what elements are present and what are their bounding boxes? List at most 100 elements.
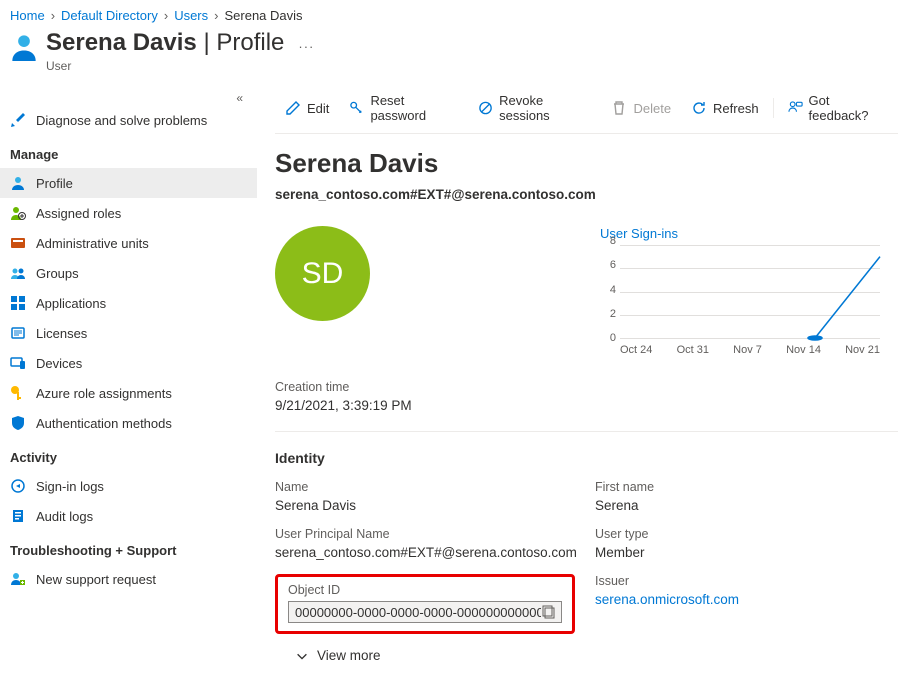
sidebar-item-label: Devices <box>36 356 82 371</box>
sidebar-item-profile[interactable]: Profile <box>0 168 257 198</box>
sidebar-item-label: Audit logs <box>36 509 93 524</box>
field-upn: User Principal Name serena_contoso.com#E… <box>275 527 575 560</box>
sidebar-item-label: Licenses <box>36 326 87 341</box>
sidebar-item-signin-logs[interactable]: Sign-in logs <box>0 471 257 501</box>
field-user-type: User type Member <box>595 527 898 560</box>
block-icon <box>478 100 493 116</box>
chevron-right-icon: › <box>214 8 218 23</box>
feedback-icon <box>788 100 803 116</box>
ytick: 2 <box>610 308 616 320</box>
sidebar-item-label: New support request <box>36 572 156 587</box>
xtick: Oct 24 <box>620 344 652 356</box>
sidebar-item-devices[interactable]: Devices <box>0 348 257 378</box>
creation-time-value: 9/21/2021, 3:39:19 PM <box>275 398 898 413</box>
more-actions-icon[interactable]: ··· <box>298 39 314 54</box>
ytick: 6 <box>610 259 616 271</box>
page-header: Serena Davis | Profile User ··· <box>0 25 898 83</box>
content-upn: serena_contoso.com#EXT#@serena.contoso.c… <box>275 187 898 202</box>
sidebar-group-support: Troubleshooting + Support <box>0 531 257 564</box>
copy-icon[interactable] <box>541 604 557 620</box>
pencil-icon <box>285 100 301 116</box>
chart-points <box>620 245 880 338</box>
refresh-icon <box>691 100 707 116</box>
chevron-right-icon: › <box>164 8 168 23</box>
ytick: 0 <box>610 332 616 344</box>
feedback-button[interactable]: Got feedback? <box>778 91 898 125</box>
breadcrumb-users[interactable]: Users <box>174 8 208 23</box>
ytick: 4 <box>610 284 616 296</box>
delete-button: Delete <box>601 98 681 118</box>
sidebar-item-label: Assigned roles <box>36 206 121 221</box>
reset-password-button[interactable]: Reset password <box>339 91 468 125</box>
view-more-button[interactable]: View more <box>295 648 898 663</box>
sidebar-item-support-request[interactable]: New support request <box>0 564 257 594</box>
wrench-icon <box>10 112 26 128</box>
signin-icon <box>10 478 26 494</box>
key-icon <box>349 100 364 116</box>
sidebar: « Diagnose and solve problems Manage Pro… <box>0 83 257 673</box>
avatar: SD <box>275 226 370 321</box>
field-first-name: First name Serena <box>595 480 898 513</box>
field-issuer: Issuer serena.onmicrosoft.com <box>595 574 898 634</box>
roles-icon <box>10 205 26 221</box>
sidebar-item-licenses[interactable]: Licenses <box>0 318 257 348</box>
sidebar-item-label: Sign-in logs <box>36 479 104 494</box>
sidebar-item-assigned-roles[interactable]: Assigned roles <box>0 198 257 228</box>
creation-time-label: Creation time <box>275 380 898 394</box>
sidebar-item-applications[interactable]: Applications <box>0 288 257 318</box>
xtick: Nov 21 <box>845 344 880 356</box>
licenses-icon <box>10 325 26 341</box>
page-subtitle: User <box>46 59 284 73</box>
field-object-id-highlight: Object ID <box>275 574 575 634</box>
refresh-button[interactable]: Refresh <box>681 98 769 118</box>
toolbar-separator <box>773 98 774 118</box>
key-icon <box>10 385 26 401</box>
groups-icon <box>10 265 26 281</box>
sidebar-item-groups[interactable]: Groups <box>0 258 257 288</box>
page-title-section: Profile <box>216 29 284 56</box>
trash-icon <box>611 100 627 116</box>
devices-icon <box>10 355 26 371</box>
content-heading: Serena Davis <box>275 148 898 179</box>
support-icon <box>10 571 26 587</box>
field-name: Name Serena Davis <box>275 480 575 513</box>
sidebar-item-label: Administrative units <box>36 236 149 251</box>
apps-icon <box>10 295 26 311</box>
sidebar-item-label: Groups <box>36 266 79 281</box>
revoke-sessions-button[interactable]: Revoke sessions <box>468 91 601 125</box>
object-id-label: Object ID <box>288 583 562 597</box>
ytick: 8 <box>610 235 616 247</box>
object-id-input[interactable] <box>295 605 541 620</box>
page-title: Serena Davis | Profile <box>46 29 284 57</box>
sidebar-item-admin-units[interactable]: Administrative units <box>0 228 257 258</box>
audit-icon <box>10 508 26 524</box>
collapse-sidebar-icon[interactable]: « <box>0 91 257 105</box>
xtick: Nov 7 <box>733 344 762 356</box>
sidebar-item-auth-methods[interactable]: Authentication methods <box>0 408 257 438</box>
breadcrumb-directory[interactable]: Default Directory <box>61 8 158 23</box>
sidebar-item-label: Diagnose and solve problems <box>36 113 207 128</box>
shield-icon <box>10 415 26 431</box>
sidebar-item-label: Azure role assignments <box>36 386 172 401</box>
signins-link[interactable]: User Sign-ins <box>600 226 898 241</box>
breadcrumb-current: Serena Davis <box>224 8 302 23</box>
chevron-down-icon <box>295 649 309 663</box>
identity-heading: Identity <box>275 450 898 466</box>
breadcrumb: Home › Default Directory › Users › Seren… <box>0 0 898 25</box>
user-icon <box>10 29 46 64</box>
sidebar-group-activity: Activity <box>0 438 257 471</box>
xtick: Nov 14 <box>786 344 821 356</box>
sidebar-group-manage: Manage <box>0 135 257 168</box>
sidebar-item-label: Authentication methods <box>36 416 172 431</box>
sidebar-item-azure-roles[interactable]: Azure role assignments <box>0 378 257 408</box>
edit-button[interactable]: Edit <box>275 98 339 118</box>
sidebar-item-diagnose[interactable]: Diagnose and solve problems <box>0 105 257 135</box>
person-icon <box>10 175 26 191</box>
breadcrumb-home[interactable]: Home <box>10 8 45 23</box>
chevron-right-icon: › <box>51 8 55 23</box>
sidebar-item-audit-logs[interactable]: Audit logs <box>0 501 257 531</box>
issuer-link[interactable]: serena.onmicrosoft.com <box>595 592 898 607</box>
signins-chart: 8 6 4 2 0 <box>600 241 880 356</box>
xtick: Oct 31 <box>677 344 709 356</box>
sidebar-item-label: Applications <box>36 296 106 311</box>
